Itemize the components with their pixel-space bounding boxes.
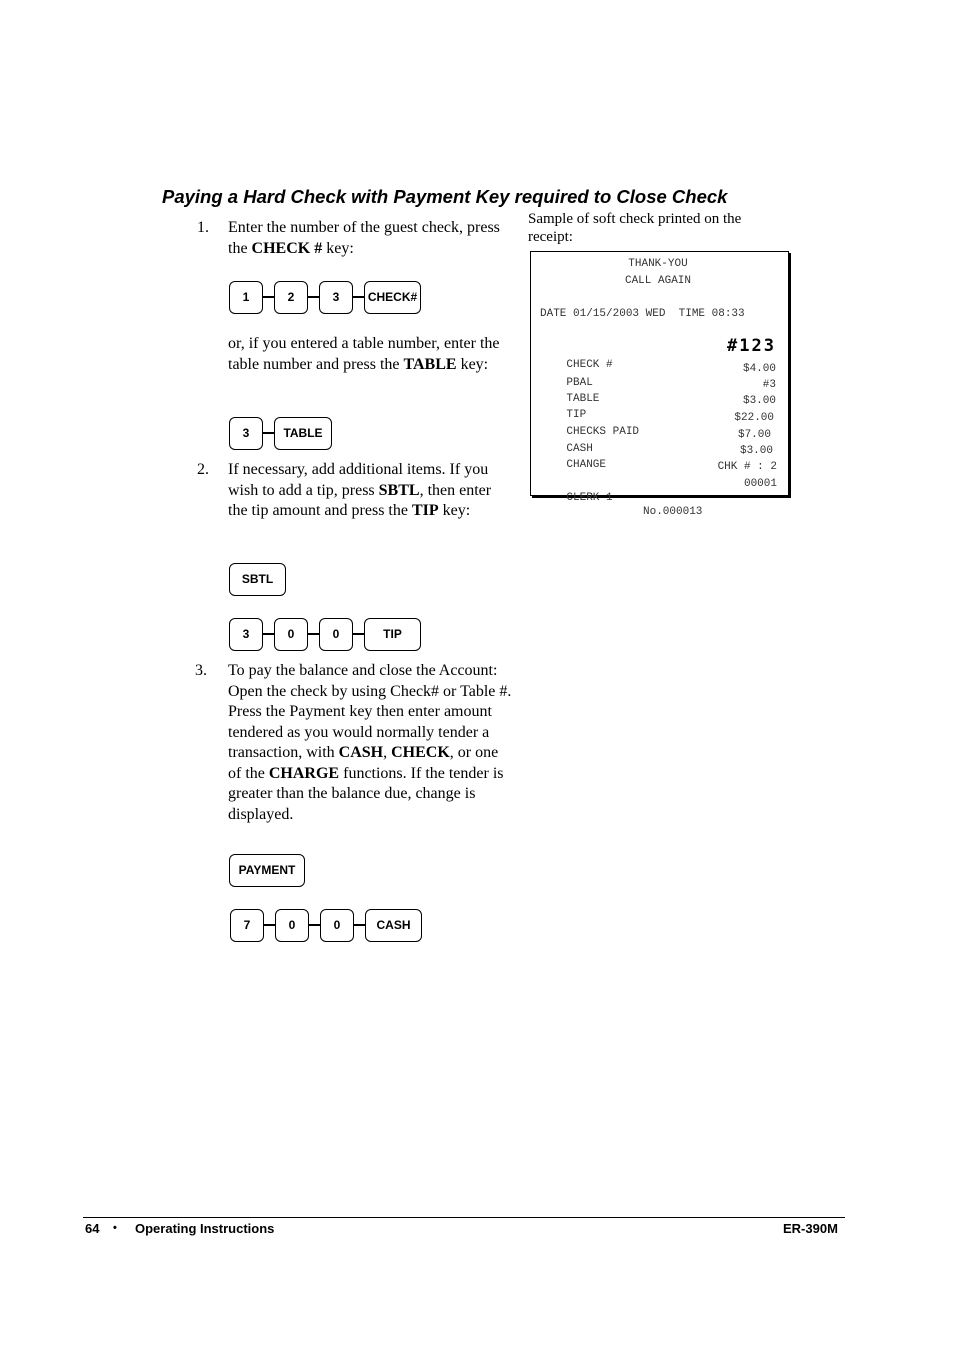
section-title: Paying a Hard Check with Payment Key req…: [162, 186, 728, 207]
key-0[interactable]: 0: [320, 908, 354, 942]
receipt-line: CHECKS PAID $22.00: [540, 411, 776, 438]
key-connector: [263, 432, 274, 434]
key-0[interactable]: 0: [274, 617, 308, 651]
key-sbtl[interactable]: SBTL: [229, 562, 286, 596]
key-1[interactable]: 1: [229, 280, 263, 314]
step-1-text: Enter the number of the guest check, pre…: [228, 218, 508, 259]
receipt-check-value: #123: [727, 336, 776, 356]
footer-bullet: •: [113, 1222, 117, 1234]
receipt-chk-count-line: CHK # : 2: [540, 460, 777, 474]
step-3-key-sequence-b: 7 0 0 CASH: [230, 908, 422, 942]
step-2-key-sequence-b: 3 0 0 TIP: [229, 617, 421, 651]
step-3-text: To pay the balance and close the Account…: [228, 661, 512, 825]
step-2-text-c: key:: [438, 502, 471, 519]
key-connector: [308, 296, 319, 298]
key-0[interactable]: 0: [319, 617, 353, 651]
receipt-check-line: CHECK # #123: [540, 338, 776, 372]
key-0[interactable]: 0: [275, 908, 309, 942]
key-connector: [263, 633, 274, 635]
receipt-sequence: 00001: [743, 478, 777, 490]
receipt-header-1: THANK-YOU: [628, 258, 688, 270]
step-1-alt-key-sequence: 3 TABLE: [229, 416, 332, 450]
key-3[interactable]: 3: [229, 617, 263, 651]
step-1-key-ref: CHECK #: [251, 239, 323, 257]
step-3-text-b: ,: [383, 744, 392, 761]
receipt-header-2: CALL AGAIN: [624, 275, 691, 287]
key-cash[interactable]: CASH: [365, 908, 422, 942]
key-3[interactable]: 3: [229, 416, 263, 450]
footer-model: ER-390M: [783, 1221, 838, 1236]
step-3-key-ref-check: CHECK: [391, 744, 450, 761]
key-connector: [309, 924, 320, 926]
step-1-alt-text: or, if you entered a table number, enter…: [228, 334, 508, 375]
receipt-line: TABLE #3: [540, 378, 776, 405]
step-2-number: 2.: [197, 461, 209, 478]
key-connector: [353, 633, 364, 635]
receipt-line-value: $4.00: [742, 363, 776, 375]
key-connector: [263, 296, 274, 298]
key-2[interactable]: 2: [274, 280, 308, 314]
footer-divider: [83, 1217, 845, 1218]
key-payment[interactable]: PAYMENT: [229, 853, 305, 887]
step-1-key-sequence: 1 2 3 CHECK#: [229, 280, 421, 314]
receipt-clerk-line: CLERK 1 No.000013 00001: [540, 477, 777, 518]
key-tip[interactable]: TIP: [364, 617, 421, 651]
footer-section: Operating Instructions: [135, 1221, 275, 1236]
key-table[interactable]: TABLE: [274, 416, 332, 450]
page-number: 64: [85, 1221, 100, 1236]
key-connector: [308, 633, 319, 635]
step-2-key-ref-sbtl: SBTL: [378, 481, 420, 499]
receipt-line: PBAL $4.00: [540, 362, 776, 389]
key-7[interactable]: 7: [230, 908, 264, 942]
step-3-key-sequence-a: PAYMENT: [229, 853, 305, 887]
key-connector: [353, 296, 364, 298]
receipt-line: CASH $7.00: [540, 428, 776, 455]
step-1-alt-key-ref: TABLE: [403, 355, 457, 373]
receipt-line: TIP $3.00: [540, 394, 776, 421]
receipt-line-value: $22.00: [734, 412, 774, 424]
receipt-transaction-number: No.000013: [643, 506, 703, 518]
receipt-line-value: $3.00: [739, 445, 773, 457]
key-3[interactable]: 3: [319, 280, 353, 314]
receipt-line-value: $3.00: [742, 395, 776, 407]
step-3-key-ref-cash: CASH: [338, 744, 384, 761]
receipt-chk-count: CHK # : 2: [717, 461, 777, 473]
receipt-caption: Sample of soft check printed on the rece…: [528, 211, 742, 245]
key-connector: [354, 924, 365, 926]
step-3-key-ref-charge: CHARGE: [268, 764, 340, 782]
step-2-text: If necessary, add additional items. If y…: [228, 460, 510, 522]
receipt-line-value: #3: [762, 379, 776, 391]
receipt-line: CHANGE $3.00: [540, 444, 776, 471]
step-2-key-ref-tip: TIP: [411, 502, 439, 519]
step-1-number: 1.: [197, 219, 209, 236]
receipt-line-value: $7.00: [737, 429, 771, 441]
step-1-text-b: key:: [322, 239, 354, 257]
step-2-key-sequence-a: SBTL: [229, 562, 286, 596]
key-check[interactable]: CHECK#: [364, 280, 421, 314]
sample-receipt: THANK-YOU CALL AGAIN DATE 01/15/2003 WED…: [530, 251, 789, 518]
receipt-date-line: DATE 01/15/2003 WED TIME 08:33: [540, 308, 745, 320]
step-1-alt-text-b: key:: [456, 355, 489, 373]
key-connector: [264, 924, 275, 926]
step-3-number: 3.: [195, 662, 207, 679]
receipt-clerk: CLERK 1: [566, 492, 613, 504]
